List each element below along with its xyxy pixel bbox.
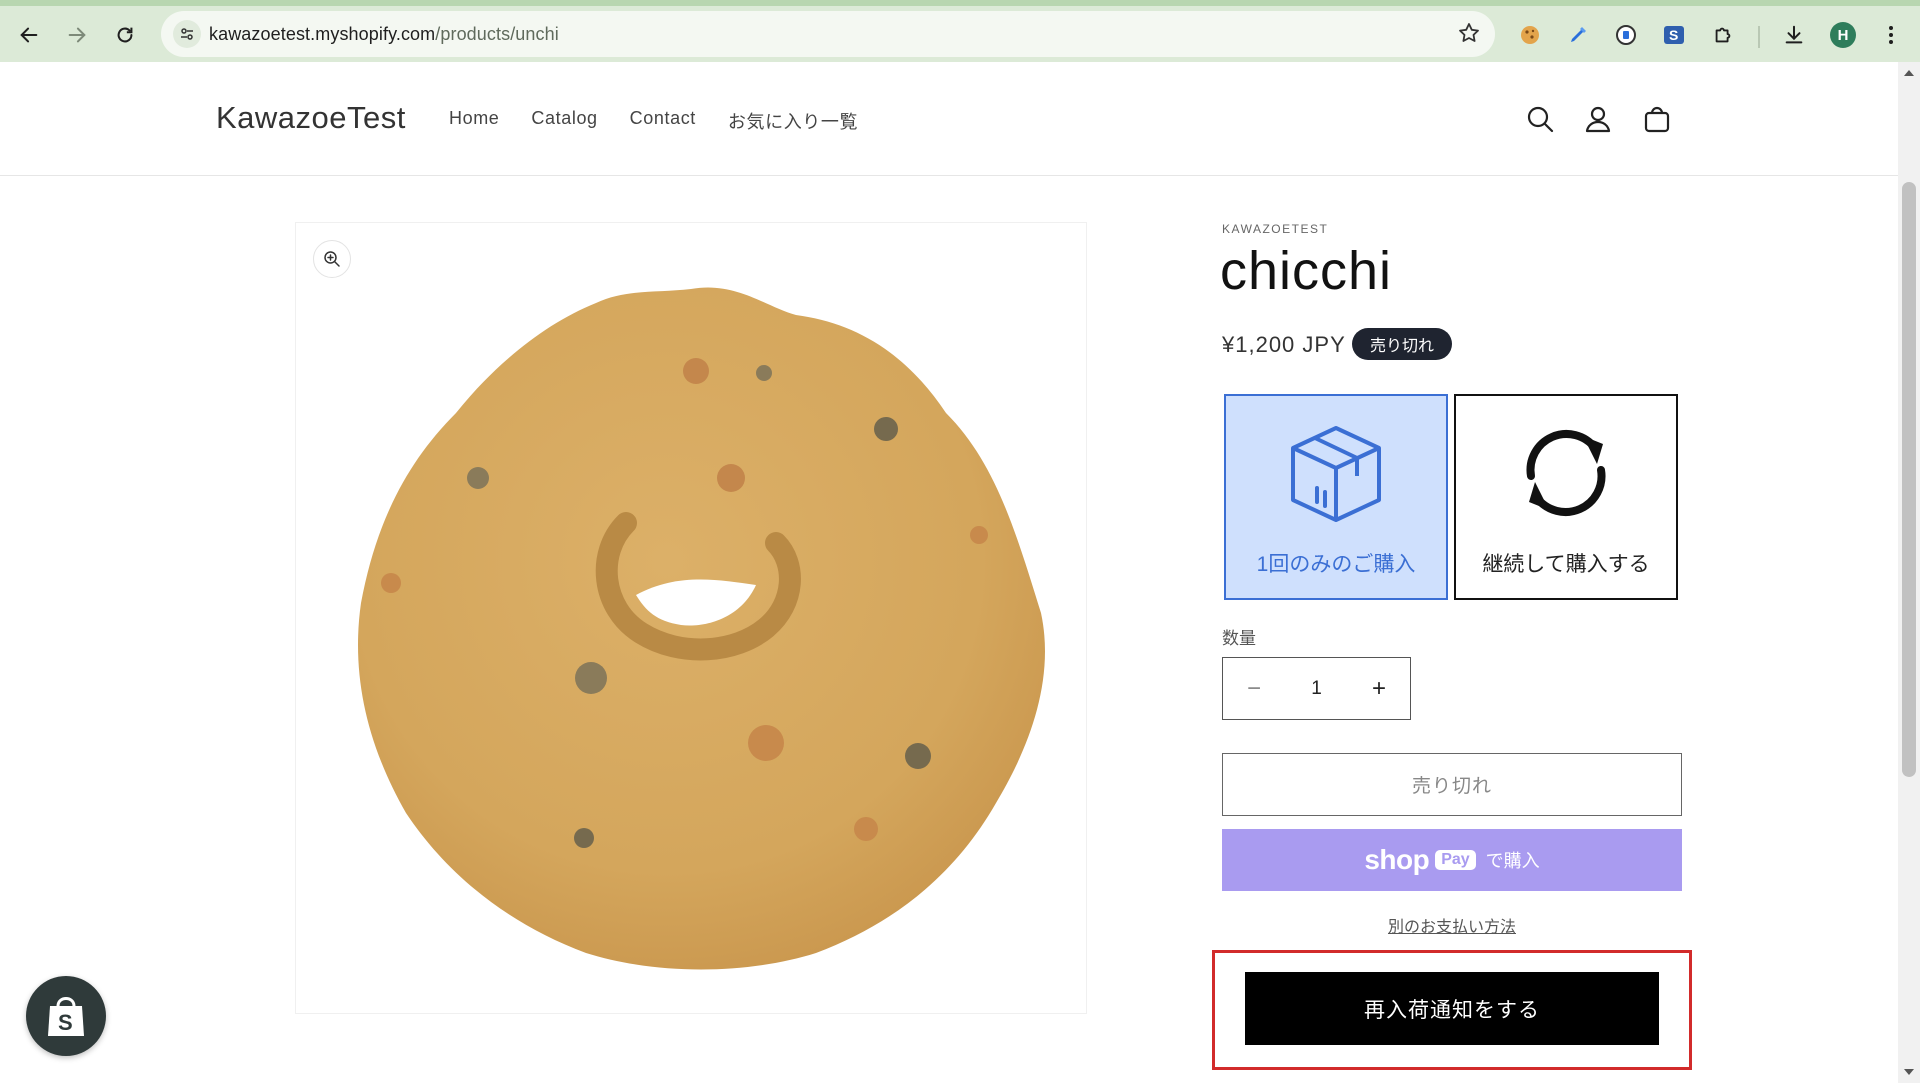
back-button[interactable] xyxy=(14,20,44,50)
cookie-extension-icon[interactable] xyxy=(1515,20,1545,50)
plan-one-time[interactable]: 1回のみのご購入 xyxy=(1224,394,1448,600)
menu-contact[interactable]: Contact xyxy=(630,108,696,134)
reload-button[interactable] xyxy=(110,20,140,50)
quantity-decrease-button[interactable]: − xyxy=(1223,658,1285,719)
plan-subscription-label: 継続して購入する xyxy=(1482,553,1650,576)
password-extension-icon[interactable] xyxy=(1611,20,1641,50)
product-price: ¥1,200 JPY xyxy=(1222,332,1346,357)
browser-toolbar: kawazoetest.myshopify.com/products/unchi… xyxy=(0,0,1920,62)
scroll-up-arrow[interactable] xyxy=(1904,70,1914,76)
sold-out-button[interactable]: 売り切れ xyxy=(1222,753,1682,816)
profile-avatar[interactable]: H xyxy=(1828,20,1858,50)
forward-button[interactable] xyxy=(62,20,92,50)
quantity-label: 数量 xyxy=(1222,629,1256,648)
quantity-stepper: − 1 + xyxy=(1222,657,1411,720)
product-vendor: KAWAZOETEST xyxy=(1222,222,1329,236)
store-logo[interactable]: KawazoeTest xyxy=(216,100,406,136)
address-bar[interactable]: kawazoetest.myshopify.com/products/unchi xyxy=(161,11,1495,57)
shop-pay-button[interactable]: shop Pay で購入 xyxy=(1222,829,1682,891)
other-payment-link[interactable]: 別のお支払い方法 xyxy=(1222,913,1682,937)
s-extension-icon[interactable]: S xyxy=(1659,20,1689,50)
menu-favorites[interactable]: お気に入り一覧 xyxy=(728,108,858,134)
menu-catalog[interactable]: Catalog xyxy=(531,108,597,134)
cart-icon[interactable] xyxy=(1640,102,1674,136)
page-scrollbar[interactable] xyxy=(1898,62,1920,1083)
menu-home[interactable]: Home xyxy=(449,108,499,134)
quantity-input[interactable]: 1 xyxy=(1285,658,1348,719)
account-icon[interactable] xyxy=(1581,102,1615,136)
scroll-down-arrow[interactable] xyxy=(1904,1069,1914,1075)
shop-pay-buy-label: で購入 xyxy=(1485,851,1540,871)
quantity-increase-button[interactable]: + xyxy=(1348,658,1410,719)
svg-text:S: S xyxy=(58,1010,73,1035)
arrow-left-icon xyxy=(20,27,38,43)
refresh-cycle-icon xyxy=(1511,418,1621,528)
store-header: KawazoeTest Home Catalog Contact お気に入り一覧 xyxy=(0,62,1898,176)
svg-text:S: S xyxy=(1669,27,1678,43)
donut-product-image xyxy=(358,287,1045,970)
reload-icon xyxy=(117,27,133,43)
shopify-bag-icon[interactable]: S xyxy=(26,976,106,1056)
main-menu: Home Catalog Contact お気に入り一覧 xyxy=(449,108,890,134)
download-icon[interactable] xyxy=(1779,20,1809,50)
site-settings-icon[interactable] xyxy=(173,20,201,48)
toolbar-separator xyxy=(1758,26,1760,48)
url-text: kawazoetest.myshopify.com/products/unchi xyxy=(209,24,559,44)
restock-notify-button[interactable]: 再入荷通知をする xyxy=(1245,972,1659,1045)
bookmark-star-icon[interactable] xyxy=(1457,21,1481,50)
product-image-frame[interactable] xyxy=(295,222,1087,1014)
search-icon[interactable] xyxy=(1523,102,1557,136)
plan-one-time-label: 1回のみのご購入 xyxy=(1256,553,1416,576)
package-box-icon xyxy=(1281,418,1391,528)
shop-pay-logo: shop xyxy=(1364,844,1430,875)
browser-menu-icon[interactable] xyxy=(1876,20,1906,50)
store-page: KawazoeTest Home Catalog Contact お気に入り一覧 xyxy=(0,62,1898,1083)
arrow-right-icon xyxy=(68,27,86,43)
shop-pay-badge: Pay xyxy=(1435,850,1476,870)
product-title: chicchi xyxy=(1220,241,1393,301)
puzzle-extensions-icon[interactable] xyxy=(1708,20,1738,50)
profile-initial: H xyxy=(1830,22,1856,48)
plan-subscription[interactable]: 継続して購入する xyxy=(1454,394,1678,600)
pen-extension-icon[interactable] xyxy=(1563,20,1593,50)
sold-out-badge: 売り切れ xyxy=(1352,328,1453,360)
scroll-thumb[interactable] xyxy=(1902,182,1916,777)
